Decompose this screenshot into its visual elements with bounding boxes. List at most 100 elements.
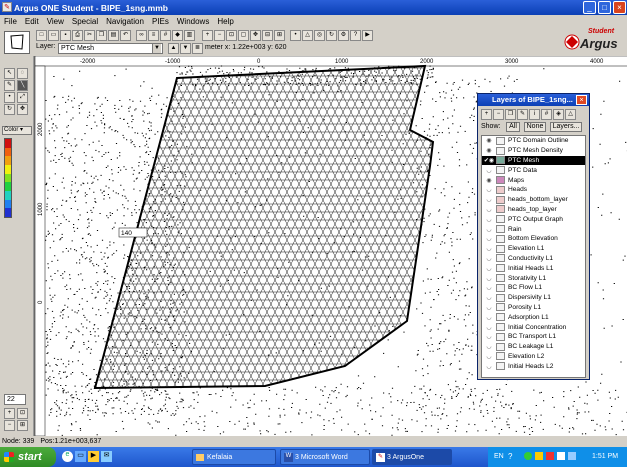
- zoom-select-icon[interactable]: ⊡: [17, 408, 28, 419]
- layer-row[interactable]: ◡ Rain: [482, 224, 585, 234]
- rotate-tool-icon[interactable]: ↻: [4, 104, 15, 115]
- binoculars-icon[interactable]: ∞: [136, 30, 147, 41]
- visibility-eye-icon[interactable]: ◡: [482, 333, 496, 340]
- layer-row[interactable]: ◡ Elevation L1: [482, 244, 585, 254]
- visibility-eye-icon[interactable]: ◡: [482, 167, 496, 174]
- paste-icon[interactable]: ▤: [108, 30, 119, 41]
- layer-row[interactable]: ◡ Initial Heads L2: [482, 361, 585, 371]
- visibility-eye-icon[interactable]: ◡: [482, 226, 496, 233]
- node-tool-icon[interactable]: •: [4, 92, 15, 103]
- layers-icon[interactable]: ≡: [148, 30, 159, 41]
- layer-dropdown[interactable]: PTC Mesh ▼: [58, 43, 163, 54]
- close-button[interactable]: ×: [613, 1, 626, 14]
- visibility-eye-icon[interactable]: ◉: [482, 147, 496, 154]
- layer-row[interactable]: ◉ PTC Domain Outline: [482, 136, 585, 146]
- pointer-tool-icon[interactable]: ↖: [4, 68, 15, 79]
- layer-row[interactable]: ◡ Storativity L1: [482, 273, 585, 283]
- layer-info-icon[interactable]: i: [529, 109, 540, 120]
- measure-icon[interactable]: ⊞: [274, 30, 285, 41]
- layer-copy-icon[interactable]: ❐: [505, 109, 516, 120]
- menu-special[interactable]: Special: [72, 17, 98, 26]
- visibility-eye-icon[interactable]: ◡: [482, 255, 496, 262]
- chart-icon[interactable]: ▥: [184, 30, 195, 41]
- layer-row[interactable]: ◡ Dispersivity L1: [482, 293, 585, 303]
- network-icon[interactable]: [524, 452, 532, 460]
- visibility-eye-icon[interactable]: ◡: [482, 343, 496, 350]
- display-icon[interactable]: [568, 452, 576, 460]
- browser-icon[interactable]: e: [62, 451, 73, 462]
- layer-row[interactable]: ◡ Initial Heads L1: [482, 263, 585, 273]
- zoom-all-icon[interactable]: ⊞: [17, 420, 28, 431]
- maximize-button[interactable]: □: [598, 1, 611, 14]
- layer-row[interactable]: ◡ Conductivity L1: [482, 254, 585, 264]
- desktop-icon[interactable]: ▭: [75, 451, 86, 462]
- menu-view[interactable]: View: [47, 17, 64, 26]
- layer-mesh-icon[interactable]: △: [565, 109, 576, 120]
- layer-row[interactable]: ◡ PTC Data: [482, 165, 585, 175]
- layer-delete-icon[interactable]: −: [493, 109, 504, 120]
- undo-icon[interactable]: ↶: [120, 30, 131, 41]
- visibility-eye-icon[interactable]: ◡: [482, 186, 496, 193]
- layer-row[interactable]: ◡ PTC Output Graph: [482, 214, 585, 224]
- layer-row[interactable]: ◡ BC Leakage L1: [482, 342, 585, 352]
- layers-panel-close-icon[interactable]: ×: [576, 95, 587, 105]
- show-none-button[interactable]: None: [524, 122, 546, 132]
- menu-windows[interactable]: Windows: [177, 17, 209, 26]
- menu-edit[interactable]: Edit: [25, 17, 39, 26]
- start-button[interactable]: start: [0, 447, 56, 467]
- layer-row[interactable]: ◡ Elevation L2: [482, 352, 585, 362]
- layer-down-icon[interactable]: ▼: [180, 43, 191, 54]
- help-icon[interactable]: ?: [350, 30, 361, 41]
- visibility-eye-icon[interactable]: ◡: [482, 353, 496, 360]
- new-file-icon[interactable]: □: [36, 30, 47, 41]
- layer-row[interactable]: ◉ PTC Mesh Density: [482, 146, 585, 156]
- antivirus-icon[interactable]: [546, 452, 554, 460]
- refresh-icon[interactable]: ↻: [326, 30, 337, 41]
- zoom-fit-icon[interactable]: ⊡: [226, 30, 237, 41]
- layer-row[interactable]: ◉ Maps: [482, 175, 585, 185]
- mail-icon[interactable]: ✉: [101, 451, 112, 462]
- visibility-eye-icon[interactable]: ◡: [482, 265, 496, 272]
- layer-row[interactable]: ◡ Bottom Elevation: [482, 234, 585, 244]
- zoom-box-icon[interactable]: ▢: [238, 30, 249, 41]
- layer-edit-icon[interactable]: ✎: [517, 109, 528, 120]
- layer-row[interactable]: ◡ Adsorption L1: [482, 312, 585, 322]
- visibility-eye-icon[interactable]: ◡: [482, 363, 496, 370]
- visibility-eye-icon[interactable]: ◡: [482, 206, 496, 213]
- media-icon[interactable]: ▶: [88, 451, 99, 462]
- element-icon[interactable]: △: [302, 30, 313, 41]
- show-all-button[interactable]: All: [506, 122, 520, 132]
- visibility-eye-icon[interactable]: ◡: [482, 235, 496, 242]
- move-tool-icon[interactable]: ✥: [17, 104, 28, 115]
- save-icon[interactable]: ▪: [60, 30, 71, 41]
- visibility-eye-icon[interactable]: ◡: [482, 196, 496, 203]
- color-dropdown[interactable]: Color ▾: [2, 126, 32, 135]
- task-kefalaia[interactable]: Kefalaia: [192, 449, 276, 465]
- pencil-tool-icon[interactable]: ✎: [4, 80, 15, 91]
- color-icon[interactable]: ◆: [172, 30, 183, 41]
- help-tray-icon[interactable]: ?: [508, 452, 512, 461]
- preview-thumbnail[interactable]: [4, 31, 30, 54]
- language-indicator[interactable]: EN: [494, 453, 504, 460]
- grid-icon[interactable]: #: [160, 30, 171, 41]
- print-icon[interactable]: ⎙: [72, 30, 83, 41]
- menu-pies[interactable]: PIEs: [152, 17, 169, 26]
- layer-grid-icon[interactable]: #: [541, 109, 552, 120]
- menu-navigation[interactable]: Navigation: [106, 17, 144, 26]
- open-file-icon[interactable]: ▭: [48, 30, 59, 41]
- visibility-eye-icon[interactable]: ◡: [482, 275, 496, 282]
- layers-dialog-button[interactable]: Layers...: [550, 122, 582, 132]
- chevron-down-icon[interactable]: ▼: [152, 44, 161, 53]
- visibility-eye-icon[interactable]: ◡: [482, 324, 496, 331]
- task-word[interactable]: W 3 Microsoft Word: [280, 449, 370, 465]
- zoom-in-icon[interactable]: +: [202, 30, 213, 41]
- zoom-out-tool-icon[interactable]: −: [4, 420, 15, 431]
- pan-icon[interactable]: ✥: [250, 30, 261, 41]
- layer-props-icon[interactable]: ≣: [192, 43, 203, 54]
- ruler-icon[interactable]: ⊟: [262, 30, 273, 41]
- visibility-eye-icon[interactable]: ◡: [482, 245, 496, 252]
- visibility-eye-icon[interactable]: ◉: [482, 177, 496, 184]
- layer-row[interactable]: ◡ Heads: [482, 185, 585, 195]
- visibility-eye-icon[interactable]: ◉: [482, 137, 496, 144]
- cut-icon[interactable]: ✂: [84, 30, 95, 41]
